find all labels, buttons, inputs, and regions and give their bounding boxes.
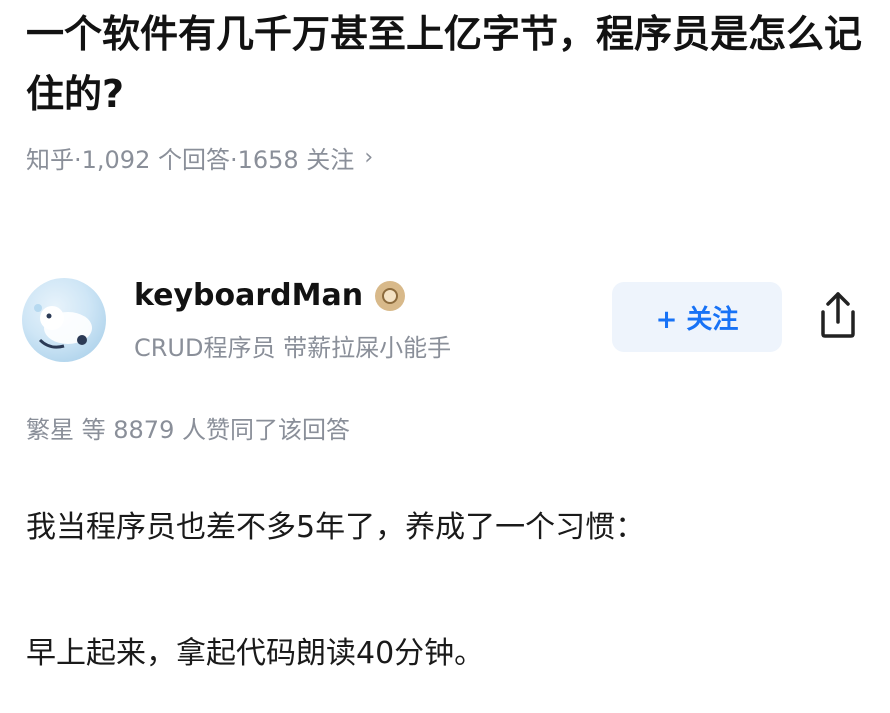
question-meta-text: 知乎·1,092 个回答·1658 关注 [26,146,355,174]
badge-icon [375,280,406,311]
question-title[interactable]: 一个软件有几千万甚至上亿字节，程序员是怎么记住的? [26,4,876,124]
answer-paragraph: 我当程序员也差不多5年了，养成了一个习惯： [26,510,646,545]
chevron-right-icon: › [364,145,374,170]
question-meta[interactable]: 知乎·1,092 个回答·1658 关注 › [26,140,373,175]
answer-paragraph: 早上起来，拿起代码朗读40分钟。 [26,636,485,671]
author-bio: CRUD程序员 带薪拉屎小能手 [134,334,452,362]
vote-summary[interactable]: 繁星 等 8879 人赞同了该回答 [26,410,350,445]
avatar[interactable] [22,278,106,362]
author-name-text: keyboardMan [134,278,364,313]
avatar-illustration [34,304,92,349]
share-icon[interactable] [815,290,861,340]
follow-button[interactable]: + 关注 [612,282,782,352]
author-name[interactable]: keyboardMan [134,278,406,313]
answer-author: keyboardMan CRUD程序员 带薪拉屎小能手 + 关注 [22,272,872,372]
